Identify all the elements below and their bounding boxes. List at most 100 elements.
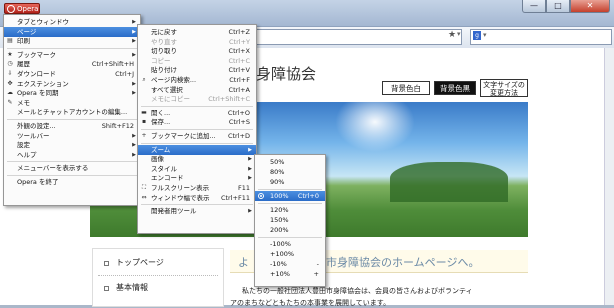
menu-item-main-5[interactable]: ◷ 履歴 Ctrl+Shift+H xyxy=(4,59,140,69)
menu-item-zoom-50%[interactable]: 50% xyxy=(255,157,325,167)
menu-item-label: -100% xyxy=(270,240,291,248)
fit-width-icon: ⇔ xyxy=(141,193,147,201)
menu-item-main-10[interactable]: メールとチャットアカウントの編集... xyxy=(4,107,140,117)
menu-item-main-2[interactable]: ▤ 印刷 ▶ xyxy=(4,36,140,46)
menu-item-zoom-150%[interactable]: 150% xyxy=(255,215,325,225)
menu-item-main-12[interactable]: 外観の設定... Shift+F12 xyxy=(4,121,140,131)
menu-item-label: やり直す xyxy=(151,37,177,46)
sync-icon: ☁ xyxy=(7,89,13,97)
menu-item-zoom-+100%[interactable]: +100% xyxy=(255,249,325,259)
menu-item-zoom-100%[interactable]: -100% xyxy=(255,239,325,249)
site-title: 身障協会 xyxy=(256,65,317,83)
menu-item-page-7[interactable]: メモにコピー Ctrl+Shift+C xyxy=(138,94,256,104)
nav-item-basic-info[interactable]: 基本情報 xyxy=(116,282,148,293)
menu-item-page-16[interactable]: スタイル ▶ xyxy=(138,164,256,174)
address-dropdown-icon[interactable]: ▾ xyxy=(457,30,461,38)
menu-item-label: ウィンドウ幅で表示 xyxy=(151,193,210,202)
menu-item-shortcut: Ctrl+X xyxy=(228,47,250,56)
opera-menu-label: Opera xyxy=(17,5,39,13)
menu-item-shortcut: Ctrl+Z xyxy=(228,28,250,36)
nav-item-top[interactable]: トップページ xyxy=(116,257,164,268)
menu-item-page-21[interactable]: 開発者用ツール ▶ xyxy=(138,206,256,216)
menu-item-page-9[interactable]: ▬ 開く... Ctrl+O xyxy=(138,108,256,118)
menu-item-label: +10% xyxy=(270,270,290,278)
menu-item-label: ダウンロード xyxy=(17,70,56,78)
opera-main-menu: タブとウィンドウ ▶ ページ ▶ ▤ 印刷 ▶ ★ ブックマーク ▶ ◷ 履歴 Ctrl+Shift+H… xyxy=(3,14,141,206)
intro-text-line2: アのまちなどともたちの本事業を展開しています。 xyxy=(230,299,391,307)
menu-item-page-14[interactable]: ズーム ▶ xyxy=(138,144,256,155)
menu-item-label: 80% xyxy=(270,168,285,176)
download-icon: ⇩ xyxy=(7,70,13,77)
menu-item-label: ブックマーク xyxy=(17,50,56,59)
menu-separator xyxy=(141,204,253,206)
close-button[interactable]: ✕ xyxy=(570,0,610,13)
menu-item-main-14[interactable]: 設定 ▶ xyxy=(4,140,140,150)
bg-black-button[interactable]: 背景色黒 xyxy=(434,81,476,95)
menu-item-zoom-10%[interactable]: -10% - xyxy=(255,259,325,269)
add-icon: + xyxy=(141,132,147,139)
search-engine-icon[interactable]: g xyxy=(473,31,481,40)
menu-item-main-6[interactable]: ⇩ ダウンロード Ctrl+J xyxy=(4,69,140,79)
menu-item-shortcut: Ctrl+F11 xyxy=(220,193,250,202)
submenu-arrow-icon: ▶ xyxy=(132,28,136,35)
menu-item-page-2[interactable]: 切り取り Ctrl+X xyxy=(138,46,256,56)
menu-item-page-5[interactable]: ⌕ ページ内検索... Ctrl+F xyxy=(138,75,256,85)
bookmark-star-icon[interactable]: ★ xyxy=(448,30,456,40)
menu-item-page-3[interactable]: コピー Ctrl+C xyxy=(138,56,256,66)
intro-text-line1: 私たちの一般社団法人豊田市身障協会は、会員の皆さんおよびボランティ xyxy=(242,287,473,295)
menu-item-main-0[interactable]: タブとウィンドウ ▶ xyxy=(4,17,140,27)
opera-menu-button[interactable]: Opera xyxy=(4,3,40,14)
sun-flare xyxy=(335,102,415,152)
menu-item-page-15[interactable]: 画像 ▶ xyxy=(138,154,256,164)
menu-item-zoom-+10%[interactable]: +10% + xyxy=(255,269,325,279)
menu-item-shortcut: Ctrl+Shift+C xyxy=(208,95,250,104)
menu-item-zoom-120%[interactable]: 120% xyxy=(255,205,325,215)
menu-item-page-4[interactable]: 貼り付け Ctrl+V xyxy=(138,65,256,75)
menu-item-main-15[interactable]: ヘルプ ▶ xyxy=(4,150,140,160)
menu-item-label: 元に戻す xyxy=(151,28,177,36)
menu-item-page-19[interactable]: ⇔ ウィンドウ幅で表示 Ctrl+F11 xyxy=(138,193,256,203)
search-field[interactable] xyxy=(470,29,612,45)
menu-item-label: Opera を同期 xyxy=(17,89,59,98)
submenu-arrow-icon: ▶ xyxy=(248,175,252,182)
menu-item-page-17[interactable]: エンコード ▶ xyxy=(138,173,256,183)
maximize-button[interactable]: □ xyxy=(546,0,570,13)
menu-item-page-12[interactable]: + ブックマークに追加... Ctrl+D xyxy=(138,131,256,141)
menu-item-label: フルスクリーン表示 xyxy=(151,184,210,192)
menu-item-main-9[interactable]: ✎ メモ xyxy=(4,98,140,108)
menu-separator xyxy=(258,189,322,190)
submenu-arrow-icon: ▶ xyxy=(248,146,252,153)
menu-item-zoom-80%[interactable]: 80% xyxy=(255,167,325,177)
menu-item-shortcut: Ctrl+Y xyxy=(229,37,250,46)
font-size-help-button[interactable]: 文字サイズの 変更方法 xyxy=(480,79,528,97)
menu-item-main-17[interactable]: メニューバーを表示する xyxy=(4,163,140,173)
menu-item-main-1[interactable]: ページ ▶ xyxy=(4,26,140,37)
scrollbar[interactable] xyxy=(604,48,614,305)
submenu-arrow-icon: ▶ xyxy=(248,208,252,215)
menu-item-label: タブとウィンドウ xyxy=(17,18,69,26)
submenu-arrow-icon: ▶ xyxy=(132,19,136,25)
menu-item-page-0[interactable]: 元に戻す Ctrl+Z xyxy=(138,27,256,37)
font-size-help-line2: 変更方法 xyxy=(490,89,518,97)
menu-item-main-opera[interactable]: ☁ Opera を同期 ▶ xyxy=(4,88,140,98)
menu-item-page-18[interactable]: ⛶ フルスクリーン表示 F11 xyxy=(138,183,256,193)
menu-item-zoom-200%[interactable]: 200% xyxy=(255,225,325,235)
menu-item-main-opera[interactable]: Opera を終了 xyxy=(4,177,140,187)
menu-item-main-4[interactable]: ★ ブックマーク ▶ xyxy=(4,50,140,60)
menu-item-label: 90% xyxy=(270,178,285,186)
menu-item-page-10[interactable]: ▪ 保存... Ctrl+S xyxy=(138,117,256,127)
menu-item-label: 保存... xyxy=(151,118,171,127)
menu-item-main-13[interactable]: ツールバー ▶ xyxy=(4,131,140,141)
menu-item-zoom-100%[interactable]: 100% Ctrl+0 xyxy=(255,191,325,201)
submenu-arrow-icon: ▶ xyxy=(132,51,136,58)
search-engine-dropdown-icon[interactable]: ▾ xyxy=(483,31,487,39)
menu-item-shortcut: Ctrl+S xyxy=(228,118,250,127)
menu-item-page-6[interactable]: すべて選択 Ctrl+A xyxy=(138,85,256,95)
menu-separator xyxy=(258,203,322,204)
menu-item-main-7[interactable]: ✥ エクステンション ▶ xyxy=(4,79,140,89)
minimize-button[interactable]: — xyxy=(522,0,546,13)
menu-item-zoom-90%[interactable]: 90% xyxy=(255,177,325,187)
bg-white-button[interactable]: 背景色白 xyxy=(382,81,430,95)
menu-item-page-1[interactable]: やり直す Ctrl+Y xyxy=(138,37,256,47)
menu-separator xyxy=(141,129,253,130)
